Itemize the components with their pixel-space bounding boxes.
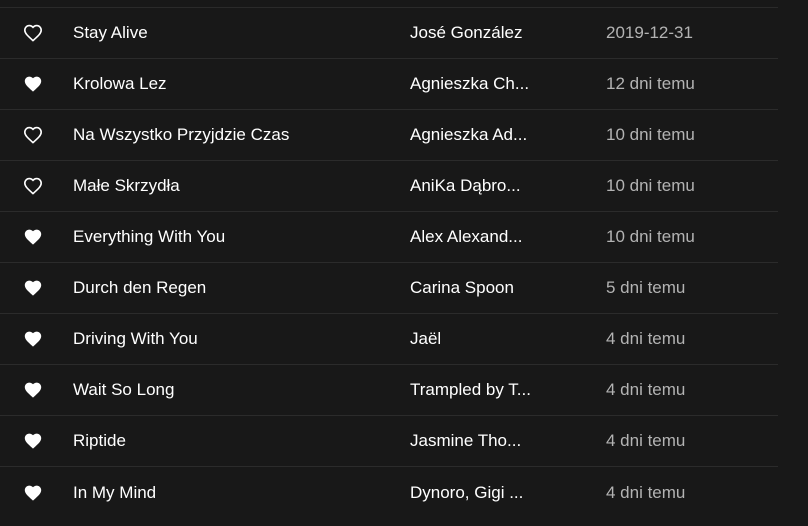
track-title[interactable]: Małe Skrzydła (73, 176, 393, 196)
heart-filled-icon[interactable] (23, 227, 43, 247)
heart-outline-icon[interactable] (23, 125, 43, 145)
heart-filled-icon[interactable] (23, 431, 43, 451)
track-artist[interactable]: Carina Spoon (410, 278, 550, 298)
heart-filled-icon[interactable] (23, 380, 43, 400)
track-artist[interactable]: Dynoro, Gigi ... (410, 483, 550, 503)
track-row[interactable]: Everything With You Alex Alexand... 10 dni… (0, 212, 778, 263)
track-row[interactable]: Na Wszystko Przyjdzie Czas Agnieszka Ad..… (0, 110, 778, 161)
track-artist[interactable]: Agnieszka Ch... (410, 74, 550, 94)
track-title[interactable]: Everything With You (73, 227, 393, 247)
track-title[interactable]: Krolowa Lez (73, 74, 393, 94)
heart-filled-icon[interactable] (23, 329, 43, 349)
track-artist[interactable]: José González (410, 23, 550, 43)
track-row[interactable]: Krolowa Lez Agnieszka Ch... 12 dni temu (0, 59, 778, 110)
heart-filled-icon[interactable] (23, 483, 43, 503)
date-added: 10 dni temu (606, 125, 695, 144)
track-row[interactable]: Riptide Jasmine Tho... 4 dni temu (0, 416, 778, 467)
heart-outline-icon[interactable] (23, 23, 43, 43)
track-artist[interactable]: Jasmine Tho... (410, 431, 550, 451)
track-artist[interactable]: Trampled by T... (410, 380, 550, 400)
track-title[interactable]: Wait So Long (73, 380, 393, 400)
date-added: 10 dni temu (606, 176, 695, 195)
track-title[interactable]: Durch den Regen (73, 278, 393, 298)
track-artist[interactable]: Agnieszka Ad... (410, 125, 550, 145)
date-added: 4 dni temu (606, 431, 686, 450)
track-title[interactable]: Stay Alive (73, 23, 393, 43)
heart-filled-icon[interactable] (23, 74, 43, 94)
track-title[interactable]: Na Wszystko Przyjdzie Czas (73, 125, 393, 145)
date-added: 2019-12-31 (606, 23, 693, 42)
track-title[interactable]: In My Mind (73, 483, 393, 503)
date-added: 4 dni temu (606, 329, 686, 348)
date-added: 4 dni temu (606, 482, 686, 502)
date-added: 4 dni temu (606, 380, 686, 399)
track-title[interactable]: Driving With You (73, 329, 393, 349)
heart-outline-icon[interactable] (23, 176, 43, 196)
track-row[interactable]: Wait So Long Trampled by T... 4 dni temu (0, 365, 778, 416)
track-artist[interactable]: AniKa Dąbro... (410, 176, 550, 196)
track-row[interactable]: Driving With You Jaël 4 dni temu (0, 314, 778, 365)
scrollbar-track[interactable] (778, 0, 808, 526)
date-added: 5 dni temu (606, 278, 686, 297)
track-artist[interactable]: Jaël (410, 329, 550, 349)
track-row[interactable]: Małe Skrzydła AniKa Dąbro... 10 dni temu (0, 161, 778, 212)
track-artist[interactable]: Alex Alexand... (410, 227, 550, 247)
track-row[interactable]: Stay Alive José González 2019-12-31 (0, 8, 778, 59)
date-added: 12 dni temu (606, 74, 695, 93)
track-title[interactable]: Riptide (73, 431, 393, 451)
track-row[interactable]: In My Mind Dynoro, Gigi ... 4 dni temu (0, 467, 778, 518)
heart-filled-icon[interactable] (23, 278, 43, 298)
track-row[interactable]: Durch den Regen Carina Spoon 5 dni temu (0, 263, 778, 314)
date-added: 10 dni temu (606, 227, 695, 246)
track-list: Stay Alive José González 2019-12-31 Krolowa… (0, 0, 778, 526)
